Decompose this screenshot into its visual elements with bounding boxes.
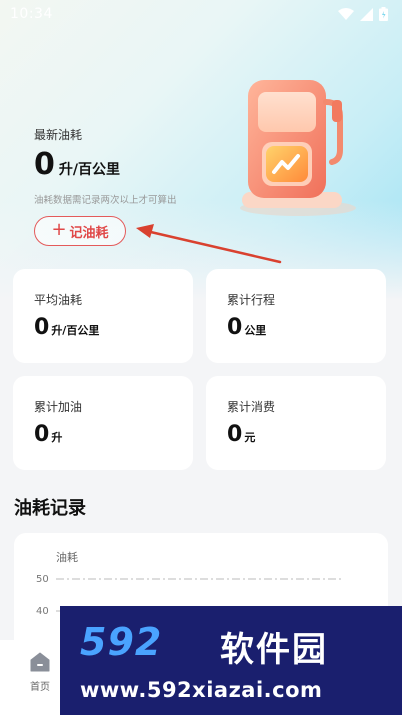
stat-value: 0 升 — [34, 422, 62, 448]
stat-unit: 升/百公里 — [51, 324, 100, 337]
stat-number: 0 — [227, 315, 243, 340]
record-fuel-button-label: 记油耗 — [69, 225, 109, 241]
stat-card-average-consumption: 平均油耗 0 升/百公里 — [13, 269, 193, 363]
tab-home[interactable]: 首页 — [22, 652, 58, 693]
stat-number: 0 — [34, 315, 50, 340]
stat-card-total-cost: 累计消费 0 元 — [206, 376, 386, 470]
records-section-title: 油耗记录 — [14, 498, 86, 519]
status-bar: 10:34 — [0, 0, 402, 28]
home-icon — [30, 652, 50, 672]
watermark-url: www.592xiazai.com — [80, 678, 323, 702]
y-tick-label-50: 50 — [36, 574, 49, 585]
wifi-icon — [338, 8, 354, 20]
latest-consumption-hint: 油耗数据需记录两次以上才可算出 — [34, 195, 177, 206]
latest-consumption-unit: 升/百公里 — [58, 162, 120, 178]
stat-card-total-distance: 累计行程 0 公里 — [206, 269, 386, 363]
stat-value: 0 升/百公里 — [34, 315, 99, 341]
stat-value: 0 元 — [227, 422, 255, 448]
plus-icon: + — [51, 219, 67, 240]
stat-number: 0 — [227, 422, 243, 447]
tab-home-label: 首页 — [30, 682, 50, 693]
stat-number: 0 — [34, 422, 50, 447]
battery-icon — [379, 7, 388, 21]
latest-consumption-number: 0 — [34, 147, 55, 182]
stat-unit: 升 — [51, 431, 63, 444]
stat-label: 累计加油 — [34, 400, 83, 414]
y-tick-label-40: 40 — [36, 606, 49, 617]
watermark-banner: 592 软件园 www.592xiazai.com — [60, 606, 402, 715]
latest-consumption-label: 最新油耗 — [34, 128, 83, 142]
stat-label: 平均油耗 — [34, 293, 83, 307]
stat-label: 累计行程 — [227, 293, 276, 307]
record-fuel-button[interactable]: + 记油耗 — [34, 216, 126, 246]
stat-card-total-fuel: 累计加油 0 升 — [13, 376, 193, 470]
stat-value: 0 公里 — [227, 315, 266, 341]
latest-consumption-value: 0 升/百公里 — [34, 148, 120, 182]
stat-unit: 公里 — [244, 324, 267, 337]
status-icons — [338, 7, 388, 21]
signal-icon — [360, 7, 373, 21]
stat-label: 累计消费 — [227, 400, 276, 414]
watermark-brand: 软件园 — [220, 630, 328, 670]
stat-unit: 元 — [244, 431, 256, 444]
watermark-logo: 592 — [80, 620, 163, 664]
fuel-pump-illustration — [240, 80, 356, 216]
status-time: 10:34 — [10, 6, 53, 22]
annotation-arrow-icon — [136, 224, 282, 264]
